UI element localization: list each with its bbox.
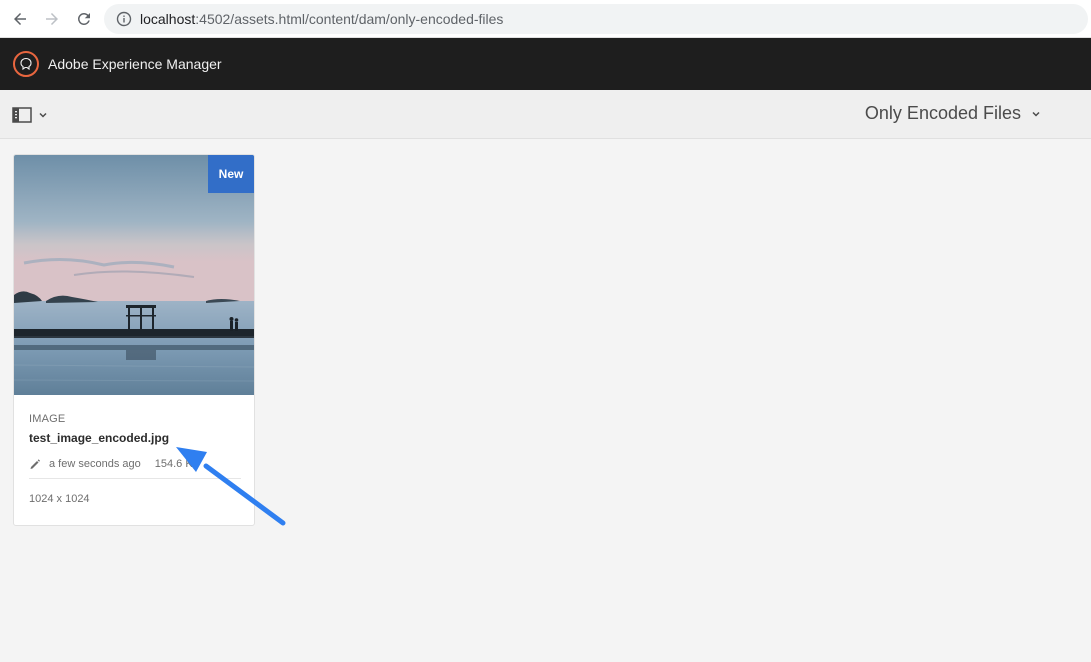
rail-toggle-icon bbox=[12, 107, 32, 123]
url-path: :4502/assets.html/content/dam/only-encod… bbox=[195, 11, 504, 27]
edit-pencil-icon bbox=[30, 459, 40, 469]
forward-arrow-icon[interactable] bbox=[40, 7, 64, 31]
file-size: 154.6 KB bbox=[154, 458, 200, 470]
card-info: IMAGE test_image_encoded.jpg a few secon… bbox=[29, 413, 241, 505]
asset-dimensions: 1024 x 1024 bbox=[29, 493, 90, 505]
action-bar: Only Encoded Files bbox=[0, 90, 1091, 139]
new-badge: New bbox=[208, 155, 254, 193]
asset-name[interactable]: test_image_encoded.jpg bbox=[29, 431, 241, 445]
app-header: Adobe Experience Manager bbox=[0, 38, 1091, 90]
back-arrow-icon[interactable] bbox=[8, 7, 32, 31]
aem-logo-icon[interactable] bbox=[13, 51, 39, 77]
reload-icon[interactable] bbox=[72, 7, 96, 31]
url-text: localhost:4502/assets.html/content/dam/o… bbox=[140, 11, 503, 27]
asset-meta: a few seconds ago 154.6 KB bbox=[29, 458, 241, 479]
browser-toolbar: localhost:4502/assets.html/content/dam/o… bbox=[0, 0, 1091, 38]
asset-thumbnail[interactable]: New bbox=[14, 155, 254, 395]
rail-toggle-button[interactable] bbox=[12, 105, 48, 125]
view-title-dropdown[interactable]: Only Encoded Files bbox=[865, 103, 1041, 124]
modified-time: a few seconds ago bbox=[49, 458, 141, 470]
asset-card[interactable]: New IMAGE test_image_encoded.jpg a few s… bbox=[13, 154, 255, 526]
chevron-down-icon bbox=[1032, 111, 1040, 117]
info-icon[interactable] bbox=[116, 11, 132, 27]
view-title: Only Encoded Files bbox=[864, 103, 1021, 123]
url-host: localhost bbox=[140, 11, 196, 27]
chevron-down-icon bbox=[39, 112, 47, 118]
app-title[interactable]: Adobe Experience Manager bbox=[48, 56, 222, 72]
asset-type: IMAGE bbox=[29, 413, 66, 425]
address-bar[interactable]: localhost:4502/assets.html/content/dam/o… bbox=[104, 4, 1088, 34]
